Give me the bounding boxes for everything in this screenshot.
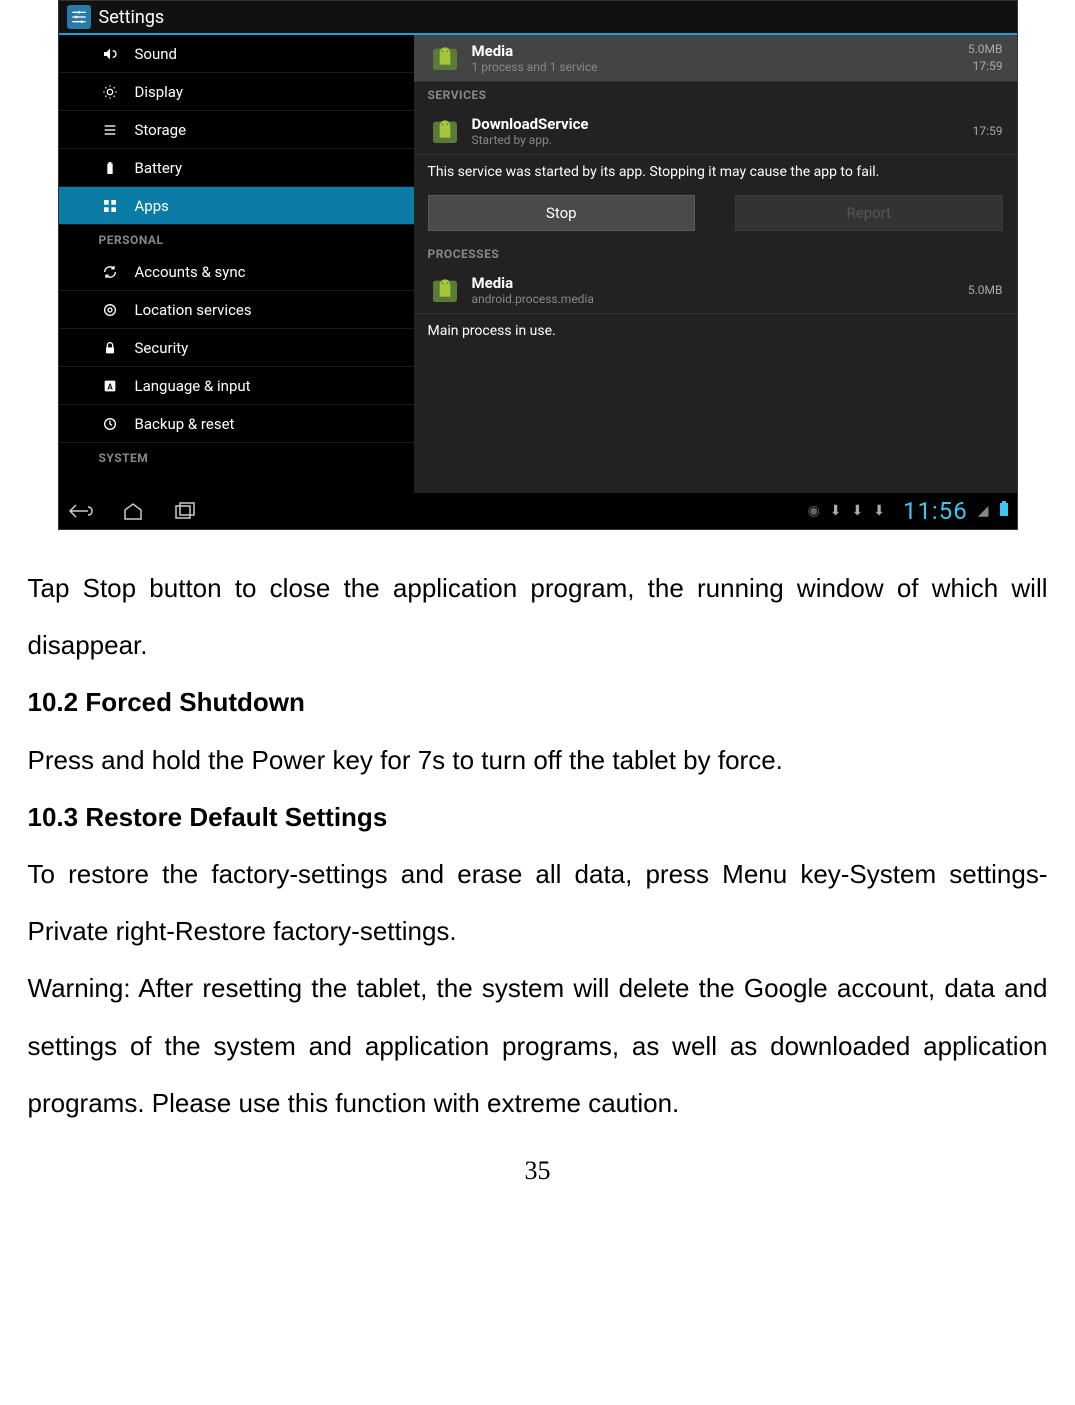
paragraph: Tap Stop button to close the application… [28, 560, 1048, 674]
heading-forced-shutdown: 10.2 Forced Shutdown [28, 674, 1048, 731]
sidebar-label: Storage [135, 121, 187, 139]
sidebar-item-battery[interactable]: Battery [59, 149, 414, 187]
backup-icon [99, 416, 121, 432]
sidebar-label: Battery [135, 159, 183, 177]
title-text: Settings [99, 7, 165, 28]
app-size: 5.0MB [968, 41, 1003, 58]
sidebar-header-personal: PERSONAL [59, 225, 414, 253]
android-icon [428, 41, 462, 75]
display-icon [99, 84, 121, 100]
paragraph: Warning: After resetting the tablet, the… [28, 960, 1048, 1132]
battery-icon[interactable] [999, 501, 1009, 521]
apps-icon [99, 198, 121, 214]
system-navbar: ◉ ⬇ ⬇ ⬇ 11:56 ◢ [59, 493, 1017, 529]
wifi-icon[interactable]: ◢ [978, 503, 989, 519]
sidebar-label: Location services [135, 301, 252, 319]
page-number: 35 [0, 1156, 1075, 1186]
service-sub: Started by app. [472, 133, 973, 147]
process-sub: android.process.media [472, 292, 968, 306]
sidebar-item-apps[interactable]: Apps [59, 187, 414, 225]
download-icon[interactable]: ⬇ [851, 503, 863, 519]
storage-icon [99, 122, 121, 138]
app-time: 17:59 [968, 58, 1003, 75]
sidebar-label: Accounts & sync [135, 263, 246, 281]
sidebar-item-display[interactable]: Display [59, 73, 414, 111]
sidebar-item-security[interactable]: Security [59, 329, 414, 367]
service-name: DownloadService [472, 115, 973, 133]
sidebar-item-storage[interactable]: Storage [59, 111, 414, 149]
sidebar-item-sound[interactable]: Sound [59, 35, 414, 73]
svg-text:A: A [107, 382, 113, 391]
battery-icon [99, 160, 121, 176]
app-name: Media [472, 42, 968, 60]
service-note: This service was started by its app. Sto… [414, 155, 1017, 189]
sync-icon [99, 264, 121, 280]
heading-restore-default: 10.3 Restore Default Settings [28, 789, 1048, 846]
paragraph: Press and hold the Power key for 7s to t… [28, 732, 1048, 789]
notification-icon[interactable]: ◉ [808, 503, 820, 519]
paragraph: To restore the factory-settings and eras… [28, 846, 1048, 960]
clock[interactable]: 11:56 [903, 497, 968, 525]
location-icon [99, 302, 121, 318]
settings-icon [67, 5, 91, 29]
media-process-row[interactable]: Media android.process.media 5.0MB [414, 267, 1017, 314]
download-service-row[interactable]: DownloadService Started by app. 17:59 [414, 108, 1017, 155]
media-app-row[interactable]: Media 1 process and 1 service 5.0MB 17:5… [414, 35, 1017, 82]
services-header: SERVICES [414, 82, 1017, 108]
process-note: Main process in use. [414, 314, 1017, 348]
stop-button[interactable]: Stop [428, 195, 696, 231]
service-time: 17:59 [973, 123, 1003, 140]
sidebar-label: Security [135, 339, 189, 357]
app-sub: 1 process and 1 service [472, 60, 968, 74]
sidebar-item-location[interactable]: Location services [59, 291, 414, 329]
back-button[interactable] [67, 502, 95, 520]
download-icon[interactable]: ⬇ [873, 503, 885, 519]
sidebar-header-system: SYSTEM [59, 443, 414, 471]
process-name: Media [472, 274, 968, 292]
sidebar-item-backup[interactable]: Backup & reset [59, 405, 414, 443]
home-button[interactable] [119, 502, 147, 520]
sidebar-label: Backup & reset [135, 415, 235, 433]
processes-header: PROCESSES [414, 241, 1017, 267]
sidebar-item-language[interactable]: A Language & input [59, 367, 414, 405]
lock-icon [99, 340, 121, 356]
sidebar-label: Language & input [135, 377, 251, 395]
download-icon[interactable]: ⬇ [830, 503, 842, 519]
android-settings-screenshot: Settings Sound Display Storage Battery [58, 0, 1018, 530]
settings-sidebar: Sound Display Storage Battery Apps PERSO… [59, 35, 414, 495]
sidebar-label: Display [135, 83, 183, 101]
report-button: Report [735, 195, 1003, 231]
manual-text: Tap Stop button to close the application… [18, 560, 1058, 1132]
language-icon: A [99, 378, 121, 394]
recent-button[interactable] [171, 502, 199, 520]
titlebar: Settings [59, 1, 1017, 35]
process-size: 5.0MB [968, 282, 1003, 299]
android-icon [428, 114, 462, 148]
android-icon [428, 273, 462, 307]
app-details-panel: Media 1 process and 1 service 5.0MB 17:5… [414, 35, 1017, 495]
sidebar-label: Apps [135, 197, 169, 215]
sound-icon [99, 46, 121, 62]
sidebar-label: Sound [135, 45, 177, 63]
sidebar-item-accounts[interactable]: Accounts & sync [59, 253, 414, 291]
